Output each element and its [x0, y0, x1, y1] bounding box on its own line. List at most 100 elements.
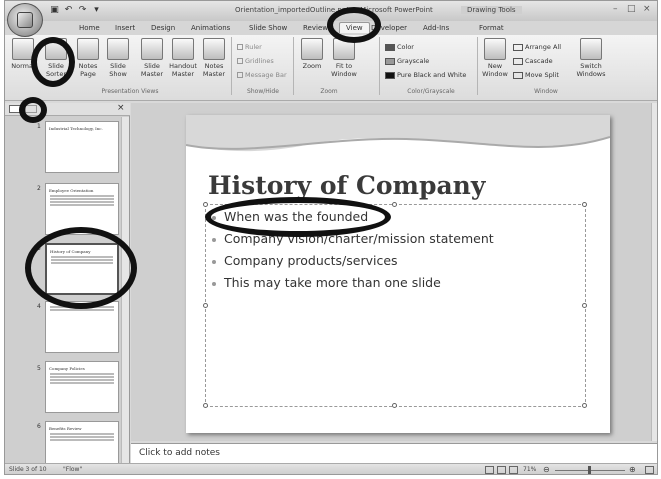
- message-bar-checkbox[interactable]: Message Bar: [237, 71, 287, 79]
- new-window-icon: [484, 38, 506, 60]
- resize-handle[interactable]: [203, 202, 208, 207]
- notes-pane[interactable]: Click to add notes: [131, 443, 657, 463]
- thumbnail-title: Company Policies: [49, 366, 85, 371]
- group-label-zoom: Zoom: [320, 88, 338, 95]
- tab-design[interactable]: Design: [151, 24, 175, 32]
- resize-handle[interactable]: [203, 403, 208, 408]
- slide-title[interactable]: History of Company: [208, 171, 485, 200]
- zoom-level[interactable]: 71%: [523, 466, 536, 473]
- status-bar: Slide 3 of 10 "Flow" 71% ⊖ ⊕: [5, 463, 657, 474]
- tab-home[interactable]: Home: [79, 24, 100, 32]
- slide-sorter-button[interactable]: Slide Sorter: [41, 38, 71, 78]
- maximize-button[interactable]: □: [627, 4, 636, 14]
- zoom-out-icon[interactable]: ⊖: [543, 465, 550, 474]
- pane-tabs: ×: [5, 103, 130, 116]
- slide-scrollbar[interactable]: [651, 103, 657, 441]
- resize-handle[interactable]: [203, 303, 208, 308]
- normal-view-icon[interactable]: [485, 466, 494, 474]
- bullet-item[interactable]: When was the founded: [212, 209, 368, 224]
- zoom-in-icon[interactable]: ⊕: [629, 465, 636, 474]
- bullet-item[interactable]: This may take more than one slide: [212, 275, 441, 290]
- slide-sorter-icon: [45, 38, 67, 60]
- arrange-all-button[interactable]: Arrange All: [513, 43, 561, 51]
- button-label: Normal: [11, 62, 35, 70]
- tab-view[interactable]: View: [339, 22, 370, 33]
- tab-insert[interactable]: Insert: [115, 24, 135, 32]
- slide-count: Slide 3 of 10: [9, 466, 47, 473]
- magnifier-icon: [301, 38, 323, 60]
- tab-slide-show[interactable]: Slide Show: [249, 24, 287, 32]
- move-split-icon: [513, 71, 523, 79]
- slide-thumbnail[interactable]: Employee Orientation: [45, 183, 119, 235]
- slides-pane: × 1 Industrial Technology, Inc. 2 Employ…: [5, 103, 130, 473]
- minimize-button[interactable]: –: [613, 4, 618, 14]
- bullet-item[interactable]: Company vision/charter/mission statement: [212, 231, 494, 246]
- fit-to-window-button[interactable]: Fit to Window: [327, 38, 361, 78]
- office-button[interactable]: [7, 3, 43, 37]
- switch-windows-button[interactable]: Switch Windows: [571, 38, 611, 78]
- slide-thumbnail[interactable]: [45, 301, 119, 353]
- tab-format[interactable]: Format: [479, 24, 504, 32]
- slide-master-button[interactable]: Slide Master: [137, 38, 167, 78]
- resize-handle[interactable]: [392, 202, 397, 207]
- color-swatch-icon: [385, 43, 395, 51]
- slide-thumbnail-selected[interactable]: History of Company: [45, 243, 119, 295]
- ruler-checkbox[interactable]: Ruler: [237, 43, 262, 51]
- close-pane-icon[interactable]: ×: [117, 103, 125, 113]
- powerpoint-window: ▣ ↶ ↷ ▾ Orientation_importedOutline.pptx…: [4, 0, 658, 475]
- resize-handle[interactable]: [582, 303, 587, 308]
- notes-page-button[interactable]: Notes Page: [73, 38, 103, 78]
- group-divider: [477, 37, 478, 95]
- title-bar: ▣ ↶ ↷ ▾ Orientation_importedOutline.pptx…: [5, 1, 657, 21]
- slide-canvas: History of Company When was the founded …: [186, 115, 610, 433]
- notes-placeholder: Click to add notes: [139, 448, 220, 458]
- normal-view-button[interactable]: Normal: [7, 38, 39, 70]
- resize-handle[interactable]: [392, 403, 397, 408]
- tab-review[interactable]: Review: [303, 24, 328, 32]
- outline-tab[interactable]: [25, 105, 37, 113]
- gridlines-checkbox[interactable]: Gridlines: [237, 57, 274, 65]
- dropdown-icon[interactable]: ▾: [91, 5, 102, 16]
- notes-master-button[interactable]: Notes Master: [199, 38, 229, 78]
- zoom-slider-thumb[interactable]: [588, 466, 591, 474]
- grayscale-button[interactable]: Grayscale: [385, 57, 429, 65]
- theme-name: "Flow": [63, 466, 83, 473]
- tab-developer[interactable]: Developer: [371, 24, 407, 32]
- close-button[interactable]: ×: [643, 4, 651, 14]
- new-window-button[interactable]: New Window: [479, 38, 511, 78]
- group-divider: [293, 37, 294, 95]
- tab-animations[interactable]: Animations: [191, 24, 230, 32]
- notes-page-icon: [77, 38, 99, 60]
- contextual-tab-group: Drawing Tools: [461, 6, 522, 14]
- slide-number: 3: [37, 245, 41, 252]
- slide-thumbnail[interactable]: Company Policies: [45, 361, 119, 413]
- cascade-button[interactable]: Cascade: [513, 57, 553, 65]
- undo-icon[interactable]: ↶: [63, 5, 74, 16]
- tab-add-ins[interactable]: Add-Ins: [423, 24, 449, 32]
- thumbnail-title: Benefits Review: [49, 426, 82, 431]
- slide-show-button[interactable]: Slide Show: [103, 38, 133, 78]
- resize-handle[interactable]: [582, 202, 587, 207]
- slides-pane-scrollbar[interactable]: [121, 117, 129, 463]
- slide-number: 6: [37, 423, 41, 430]
- color-button[interactable]: Color: [385, 43, 414, 51]
- fit-slide-icon[interactable]: [645, 466, 654, 474]
- resize-handle[interactable]: [582, 403, 587, 408]
- pure-black-white-button[interactable]: Pure Black and White: [385, 71, 466, 79]
- ribbon: Normal Slide Sorter Notes Page Slide Sho…: [5, 35, 657, 101]
- slide-wave-decoration: [186, 115, 610, 152]
- slide-sorter-icon[interactable]: [497, 466, 506, 474]
- zoom-button[interactable]: Zoom: [297, 38, 327, 70]
- move-split-button[interactable]: Move Split: [513, 71, 559, 79]
- slides-tab[interactable]: [9, 105, 21, 113]
- slide-show-icon[interactable]: [509, 466, 518, 474]
- slide-number: 1: [37, 123, 41, 130]
- handout-master-button[interactable]: Handout Master: [167, 38, 199, 78]
- save-icon[interactable]: ▣: [49, 5, 60, 16]
- redo-icon[interactable]: ↷: [77, 5, 88, 16]
- bullet-item[interactable]: Company products/services: [212, 253, 398, 268]
- notes-master-icon: [203, 38, 225, 60]
- slide-thumbnail[interactable]: Industrial Technology, Inc.: [45, 121, 119, 173]
- group-divider: [231, 37, 232, 95]
- black-white-swatch-icon: [385, 71, 395, 79]
